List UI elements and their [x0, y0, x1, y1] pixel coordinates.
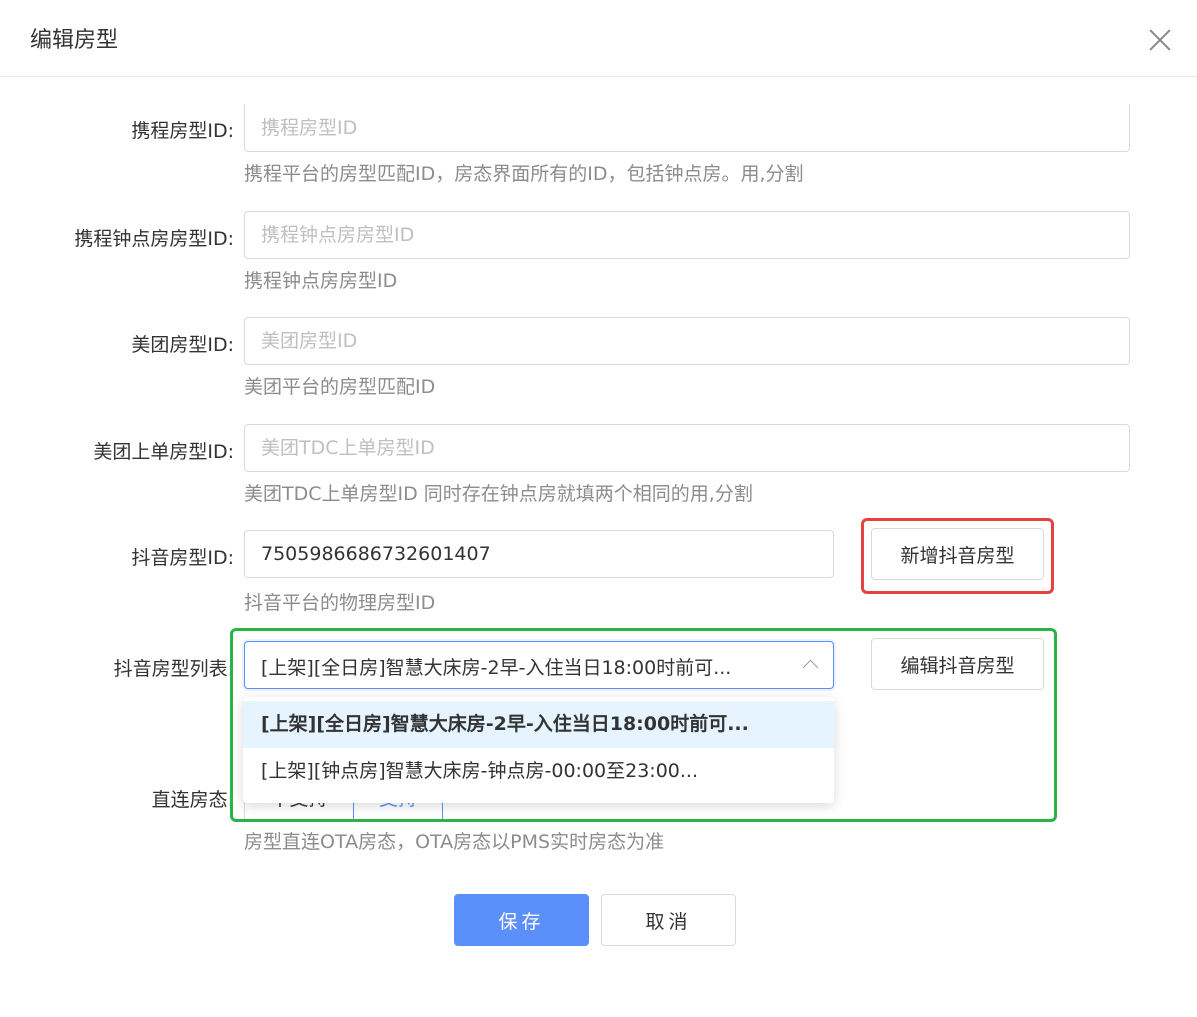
ctrip-room-id-label: 携程房型ID: [131, 120, 234, 142]
red-highlight-box [861, 518, 1054, 594]
meituan-order-room-id-label: 美团上单房型ID: [93, 441, 234, 463]
ctrip-hourly-room-id-help: 携程钟点房房型ID [244, 270, 398, 292]
douyin-room-id-label: 抖音房型ID: [131, 547, 234, 569]
ctrip-hourly-room-id-label: 携程钟点房房型ID: [74, 228, 234, 250]
meituan-room-id-label: 美团房型ID: [131, 334, 234, 356]
close-icon[interactable] [1146, 26, 1174, 54]
meituan-room-id-help: 美团平台的房型匹配ID [244, 376, 436, 398]
meituan-order-room-id-help: 美团TDC上单房型ID 同时存在钟点房就填两个相同的用,分割 [244, 483, 753, 505]
cancel-button[interactable]: 取消 [601, 894, 736, 946]
meituan-order-room-id-input[interactable] [244, 424, 1130, 472]
douyin-room-id-help: 抖音平台的物理房型ID [244, 592, 436, 614]
ctrip-room-id-input[interactable] [244, 104, 1130, 152]
direct-status-label: 直连房态: [151, 789, 234, 811]
douyin-room-list-label: 抖音房型列表: [113, 658, 234, 680]
dialog-header: 编辑房型 [0, 0, 1197, 77]
douyin-room-id-input[interactable] [244, 530, 834, 578]
ctrip-room-id-help: 携程平台的房型匹配ID，房态界面所有的ID，包括钟点房。用,分割 [244, 163, 804, 185]
save-button[interactable]: 保存 [454, 894, 589, 946]
meituan-room-id-input[interactable] [244, 317, 1130, 365]
ctrip-hourly-room-id-input[interactable] [244, 211, 1130, 259]
dialog-title: 编辑房型 [30, 28, 119, 53]
green-highlight-box [230, 628, 1057, 822]
direct-status-help: 房型直连OTA房态，OTA房态以PMS实时房态为准 [244, 831, 665, 853]
